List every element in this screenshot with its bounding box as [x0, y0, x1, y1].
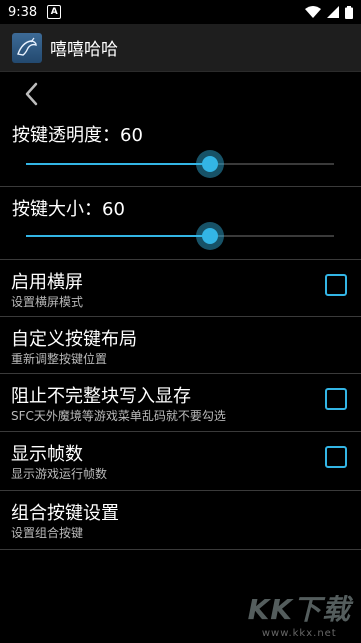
back-button[interactable]	[18, 80, 46, 108]
pref-block-incomplete[interactable]: 阻止不完整块写入显存 SFC天外魔境等游戏菜单乱码就不要勾选	[0, 374, 361, 428]
pref-summary: 设置组合按键	[11, 526, 84, 540]
pref-summary: 显示游戏运行帧数	[11, 467, 108, 481]
pref-landscape[interactable]: 启用横屏 设置横屏模式	[0, 260, 361, 314]
pref-summary: 设置横屏模式	[11, 295, 84, 309]
mysql-dolphin-icon	[12, 32, 42, 63]
pref-summary: 重新调整按键位置	[11, 352, 108, 366]
divider	[0, 186, 361, 187]
slider-thumb[interactable]	[202, 228, 218, 244]
size-label: 按键大小：60	[12, 199, 125, 220]
block-incomplete-checkbox[interactable]	[325, 388, 347, 410]
slider-thumb[interactable]	[202, 156, 218, 172]
show-fps-checkbox[interactable]	[325, 446, 347, 468]
notification-a-icon: A	[47, 5, 62, 19]
opacity-slider[interactable]	[26, 149, 334, 179]
wifi-icon	[305, 6, 321, 18]
app-title: 嘻嘻哈哈	[50, 40, 118, 60]
signal-icon	[327, 6, 339, 18]
opacity-label: 按键透明度：60	[12, 125, 143, 146]
watermark-url: www.kkx.net	[261, 628, 337, 639]
watermark: KK下载 www.kkx.net	[248, 588, 351, 639]
status-time: 9:38	[8, 4, 38, 20]
pref-title: 组合按键设置	[11, 503, 119, 524]
divider	[0, 549, 361, 550]
watermark-logo: KK下载	[247, 593, 351, 626]
chevron-left-icon	[25, 82, 38, 106]
pref-title: 启用横屏	[11, 272, 83, 293]
status-bar: 9:38 A	[0, 0, 361, 24]
landscape-checkbox[interactable]	[325, 274, 347, 296]
slider-fill	[26, 163, 210, 165]
slider-fill	[26, 235, 210, 237]
pref-title: 显示帧数	[11, 444, 83, 465]
pref-summary: SFC天外魔境等游戏菜单乱码就不要勾选	[11, 409, 226, 423]
battery-icon	[345, 5, 353, 19]
pref-title: 自定义按键布局	[11, 329, 137, 350]
pref-show-fps[interactable]: 显示帧数 显示游戏运行帧数	[0, 432, 361, 486]
size-slider[interactable]	[26, 221, 334, 251]
pref-title: 阻止不完整块写入显存	[11, 386, 191, 407]
action-bar: 嘻嘻哈哈	[0, 24, 361, 72]
pref-combo-keys[interactable]: 组合按键设置 设置组合按键	[0, 491, 361, 545]
pref-custom-layout[interactable]: 自定义按键布局 重新调整按键位置	[0, 317, 361, 371]
